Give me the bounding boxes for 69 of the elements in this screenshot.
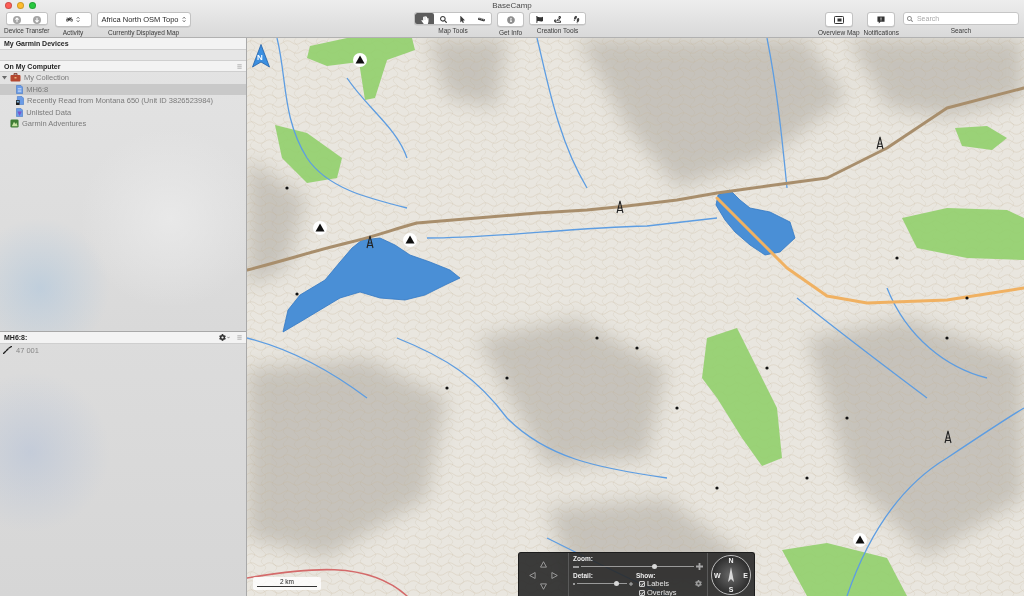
- window-title: BaseCamp: [492, 0, 532, 11]
- point-icon: [445, 386, 449, 390]
- disclosure-triangle-icon[interactable]: [2, 75, 7, 81]
- activity-selector[interactable]: [54, 12, 92, 27]
- pointer-icon: [459, 16, 466, 23]
- point-icon: [595, 336, 599, 340]
- document-icon: [16, 107, 24, 117]
- info-icon: [506, 15, 515, 24]
- route-icon: [554, 16, 561, 23]
- updown-chevron-icon: [75, 16, 81, 23]
- left-arrow-icon[interactable]: [529, 571, 536, 579]
- up-arrow-icon[interactable]: [540, 560, 547, 568]
- checkbox[interactable]: [639, 590, 645, 596]
- point-icon: [285, 186, 289, 190]
- right-arrow-icon[interactable]: [551, 571, 558, 579]
- footprints-icon: [571, 15, 581, 24]
- tower-icon: [876, 136, 884, 150]
- point-icon: [945, 336, 949, 340]
- point-icon: [765, 366, 769, 370]
- point-icon: [845, 416, 849, 420]
- summit-icon: [313, 221, 327, 235]
- pan-tool-button[interactable]: [415, 13, 434, 24]
- point-icon: [895, 256, 899, 260]
- document-device-icon: [16, 96, 25, 106]
- overview-map-button[interactable]: [824, 12, 853, 27]
- summit-icon: [403, 233, 417, 247]
- zoom-in-icon[interactable]: [696, 563, 703, 570]
- point-icon: [675, 406, 679, 410]
- landscape-icon: [10, 119, 19, 129]
- zoom-slider[interactable]: [581, 564, 694, 569]
- slider-thumb[interactable]: [613, 581, 619, 586]
- point-icon: [715, 486, 719, 490]
- motorcycle-icon: [65, 16, 73, 23]
- compass-needle-icon: [728, 567, 734, 582]
- close-button[interactable]: [5, 2, 12, 9]
- get-info-button[interactable]: [497, 12, 524, 27]
- point-icon: [295, 292, 299, 296]
- tower-icon: [616, 200, 624, 214]
- north-label: N: [257, 53, 263, 62]
- track-icon: [3, 346, 12, 354]
- document-icon: [16, 84, 24, 94]
- forest-area: [275, 125, 342, 183]
- point-icon: [505, 376, 509, 380]
- flag-icon: [535, 16, 543, 23]
- summit-icon: [353, 53, 367, 67]
- fullscreen-button[interactable]: [29, 2, 36, 9]
- forest-area: [955, 126, 1007, 150]
- point-icon: [805, 476, 809, 480]
- tower-icon: [366, 235, 374, 249]
- plus-icon: [629, 581, 633, 586]
- alert-icon: [877, 15, 886, 24]
- minus-icon: [573, 582, 575, 585]
- notifications-button[interactable]: [867, 12, 896, 27]
- slider-thumb[interactable]: [652, 564, 658, 569]
- summit-icon: [853, 533, 867, 547]
- down-arrow-icon[interactable]: [540, 582, 547, 590]
- checkbox[interactable]: [639, 581, 645, 587]
- zoom-out-icon[interactable]: [573, 565, 579, 568]
- detail-slider[interactable]: [577, 581, 627, 586]
- north-arrow-icon: [252, 44, 270, 68]
- tower-icon: [944, 430, 952, 444]
- briefcase-icon: [10, 73, 21, 83]
- magnifier-icon: [440, 16, 447, 23]
- search-icon: [906, 15, 913, 22]
- updown-chevron-icon: [181, 16, 186, 23]
- point-icon: [635, 346, 639, 350]
- point-icon: [965, 296, 969, 300]
- inset-frame-icon: [833, 15, 844, 24]
- settings-icon[interactable]: [219, 334, 226, 341]
